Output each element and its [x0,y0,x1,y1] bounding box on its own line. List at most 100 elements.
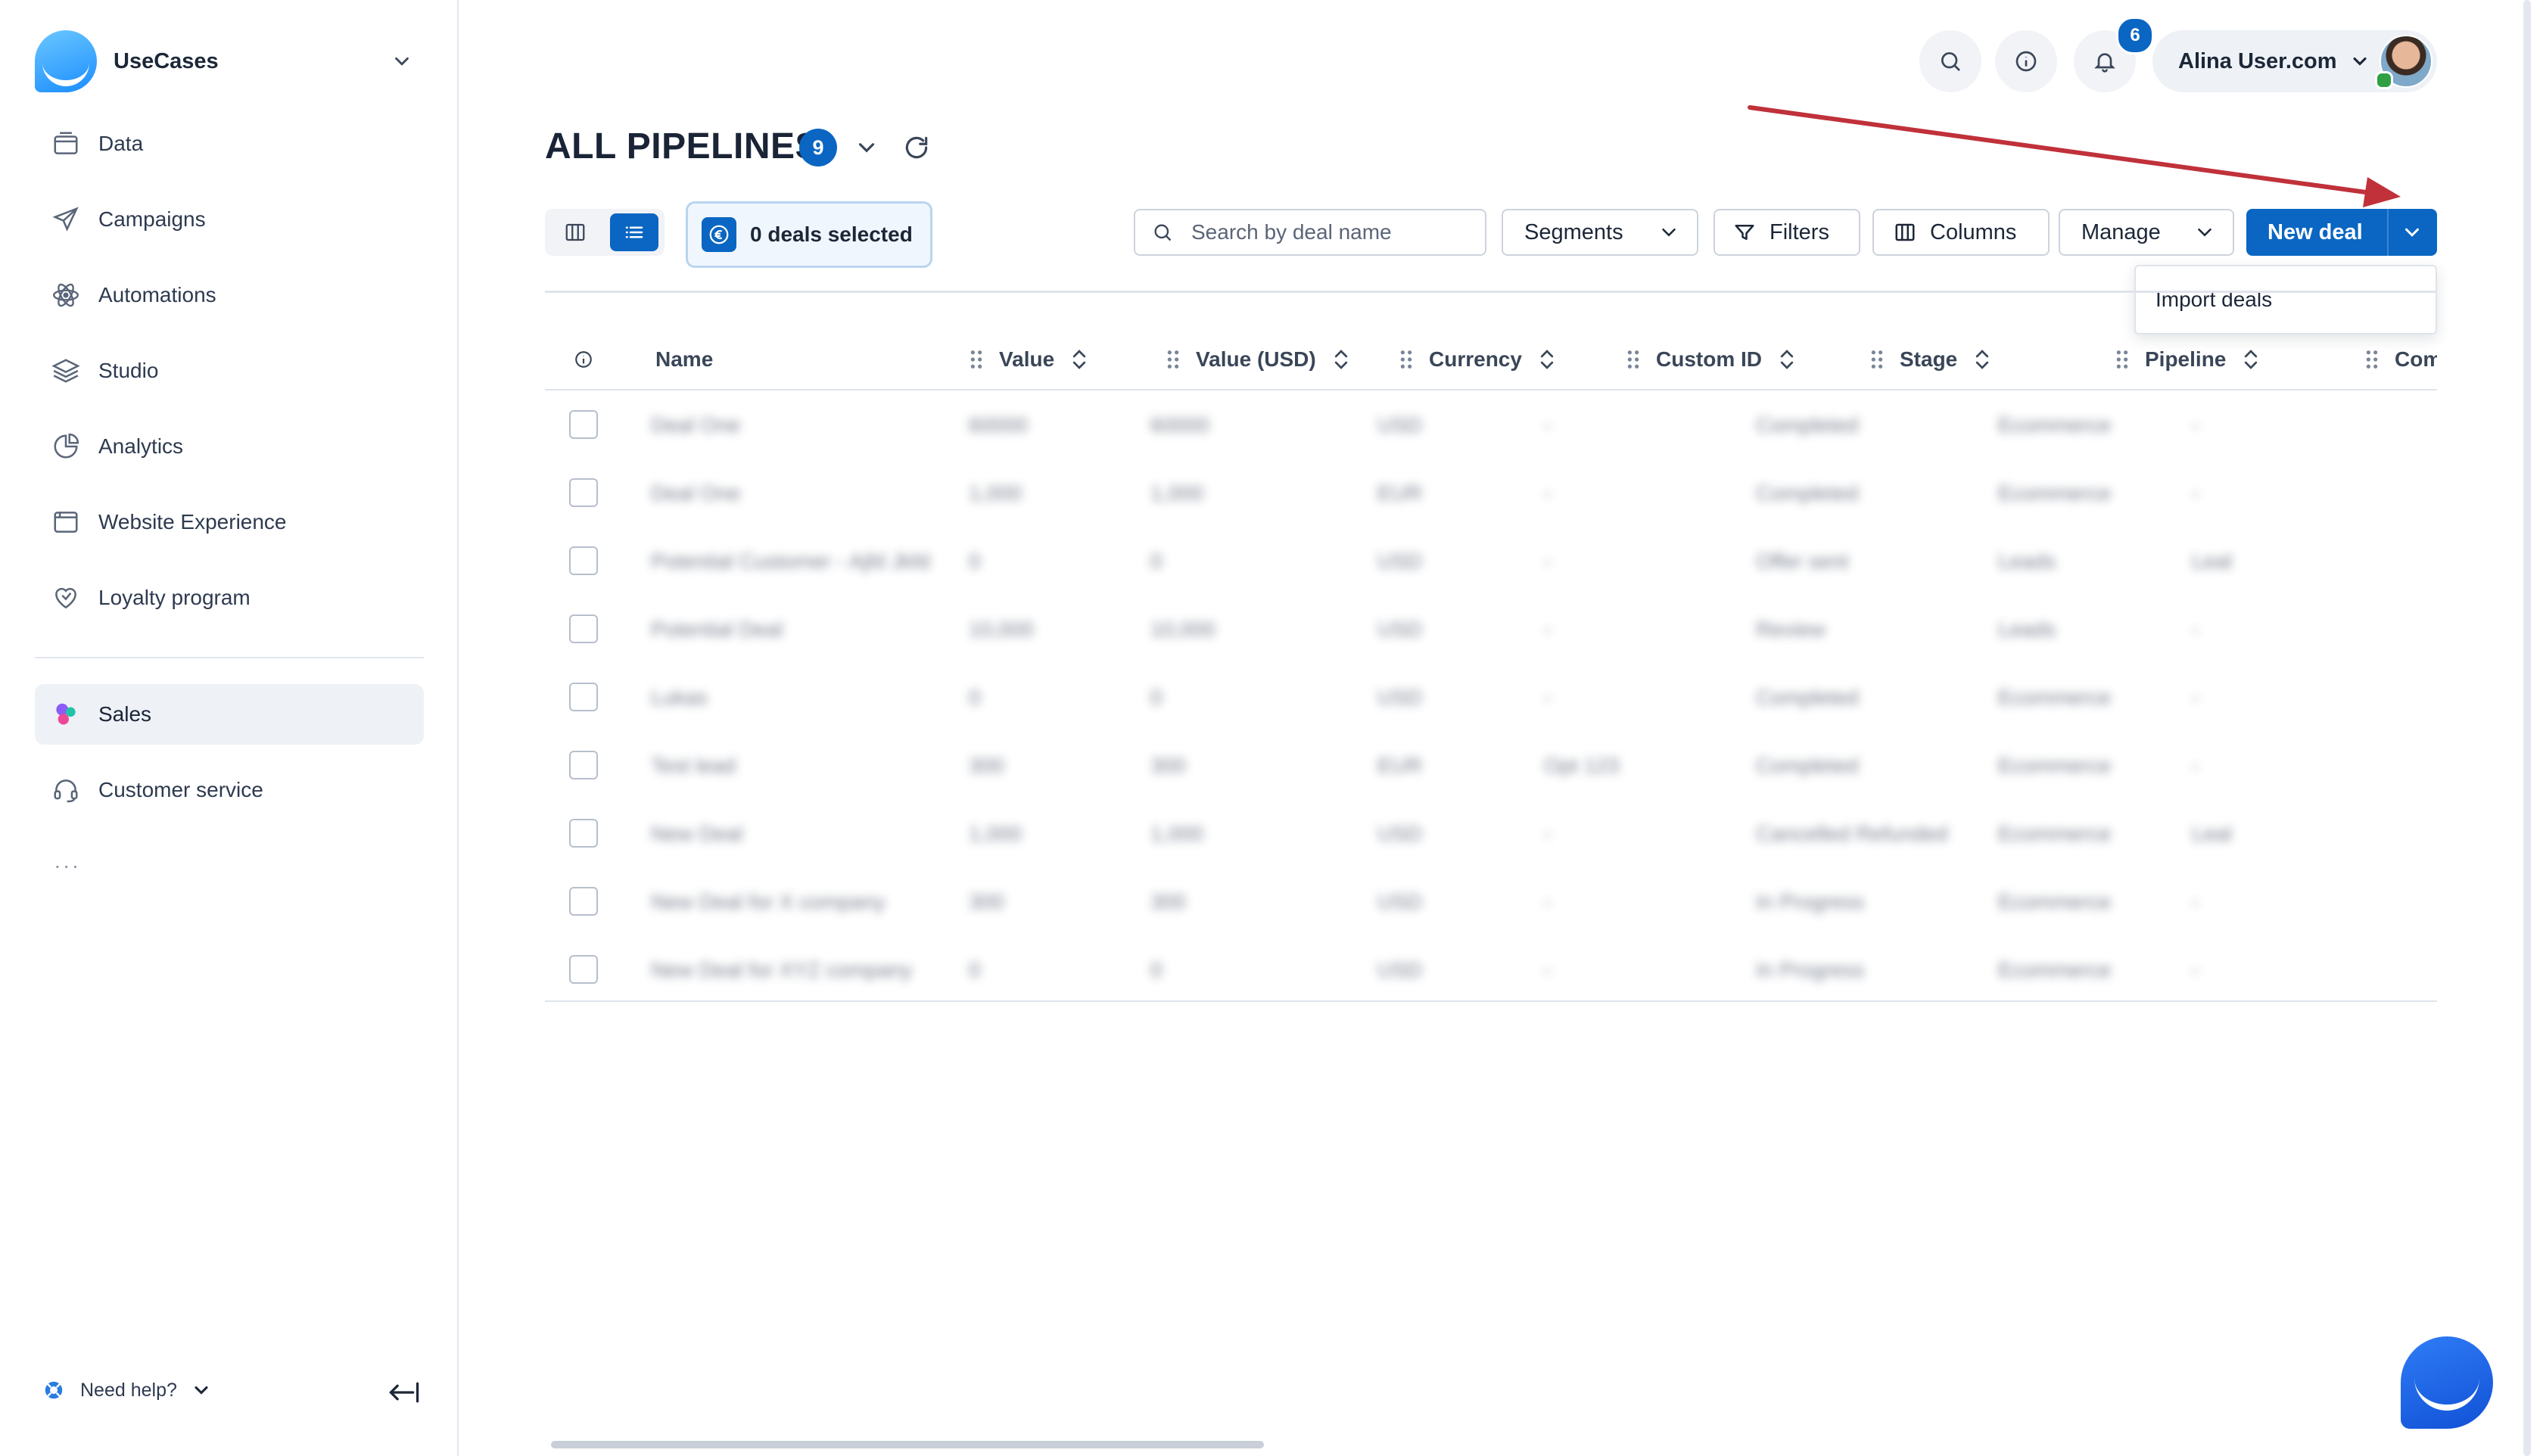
sidebar-item-sales[interactable]: Sales [35,684,424,745]
table-cell: New Deal for X company [651,890,886,913]
sidebar: UseCases Data Campaigns Automations Stud… [0,0,459,1456]
vertical-scrollbar[interactable] [2523,0,2531,1456]
table-row[interactable]: Deal One 1,000 1,000 EUR - Completed Ecommerce… [545,459,2437,527]
sort-icon[interactable] [1331,348,1351,371]
user-menu[interactable]: Alina User.com [2152,30,2437,92]
sidebar-item-analytics[interactable]: Analytics [35,416,425,477]
row-checkbox[interactable] [569,819,598,848]
manage-label: Manage [2081,219,2161,244]
column-header[interactable]: Comp [2364,330,2437,389]
sidebar-item-automations[interactable]: Automations [35,265,425,325]
need-help-menu[interactable]: Need help? [42,1379,227,1402]
table-cell: 60000 [1150,413,1209,437]
sidebar-item-loyalty-program[interactable]: Loyalty program [35,568,425,628]
table-cell: Ecommerce [1998,822,2112,845]
pipeline-count-badge: 9 [799,129,837,166]
drag-handle-icon[interactable] [2364,350,2380,369]
segments-dropdown[interactable]: Segments [1502,209,1698,256]
search-input[interactable] [1190,219,1480,245]
table-cell: Leads [1998,549,2056,573]
table-cell: - [1544,413,1552,437]
column-header[interactable]: Currency [1399,330,1557,389]
lifebuoy-icon [45,1381,63,1399]
drag-handle-icon[interactable] [1399,350,1414,369]
row-checkbox[interactable] [569,887,598,916]
board-view-button[interactable] [551,213,599,251]
column-header[interactable]: Value [969,330,1089,389]
row-checkbox[interactable] [569,410,598,439]
sort-icon[interactable] [1972,348,1992,371]
workspace-switcher[interactable]: UseCases [35,29,428,94]
table-row[interactable]: New Deal for X company 300 300 USD - In Progr… [545,867,2437,935]
chat-widget-button[interactable] [2401,1336,2493,1429]
info-button[interactable] [1995,30,2057,92]
row-checkbox[interactable] [569,683,598,711]
column-header[interactable]: Name [655,330,713,389]
sort-icon[interactable] [1069,348,1089,371]
drag-handle-icon[interactable] [1869,350,1885,369]
new-deal-options-button[interactable] [2389,221,2436,244]
table-header: Name Value Value (USD) Currency Custom ID Sta… [545,330,2437,390]
sidebar-item-campaigns[interactable]: Campaigns [35,189,425,250]
row-checkbox[interactable] [569,955,598,984]
usecases-logo [35,30,97,92]
columns-label: Columns [1930,219,2017,244]
table-cell: - [2192,958,2199,982]
column-header[interactable]: Custom ID [1626,330,1797,389]
columns-icon [1895,223,1915,241]
table-row[interactable]: Test lead 300 300 EUR Opt 123 Completed Ecomme… [545,731,2437,799]
column-header[interactable]: Stage [1869,330,1992,389]
collapse-sidebar-icon[interactable] [388,1379,421,1406]
table-cell: - [2192,754,2199,777]
table-row[interactable]: Potential Deal 10,000 10,000 USD - Review Lead… [545,595,2437,663]
drag-handle-icon[interactable] [969,350,984,369]
search-button[interactable] [1919,30,1981,92]
table-cell: Test lead [651,754,736,777]
table-row[interactable]: Lukas 0 0 USD - Completed Ecommerce - [545,663,2437,731]
column-header[interactable]: Value (USD) [1166,330,1351,389]
sidebar-item-customer-service[interactable]: Customer service [35,760,424,820]
refresh-icon[interactable] [902,133,931,162]
sidebar-item-website-experience[interactable]: Website Experience [35,492,425,552]
info-icon[interactable] [574,350,593,369]
drag-handle-icon[interactable] [2115,350,2130,369]
sort-icon[interactable] [1537,348,1557,371]
table-row[interactable]: Potential Customer - Ajfd Jkfd 0 0 USD - Offe… [545,527,2437,595]
table-cell: 0 [1150,958,1163,982]
segments-label: Segments [1524,219,1623,244]
filters-button[interactable]: Filters [1713,209,1860,256]
list-view-button[interactable] [610,213,658,251]
table-row[interactable]: New Deal 1,000 1,000 USD - Cancelled Refunded… [545,799,2437,867]
browser-window-icon [54,512,78,533]
drag-handle-icon[interactable] [1166,350,1181,369]
sidebar-divider [35,657,424,658]
table-cell: Potential Customer - Ajfd Jkfd [651,549,930,573]
table-cell: Deal One [651,413,741,437]
row-checkbox[interactable] [569,614,598,643]
sort-icon[interactable] [1777,348,1797,371]
pipeline-dropdown-chevron-icon[interactable] [854,135,879,160]
table-row[interactable]: New Deal for XYZ company 0 0 USD - In Progres… [545,935,2437,1002]
sidebar-item-studio[interactable]: Studio [35,341,425,401]
help-label: Need help? [80,1379,177,1401]
row-checkbox[interactable] [569,751,598,779]
table-cell: 1,000 [1150,822,1204,845]
drag-handle-icon[interactable] [1626,350,1641,369]
table-cell: Review [1756,618,1826,641]
table-row[interactable]: Deal One 60000 60000 USD - Completed Ecommerce… [545,390,2437,459]
row-checkbox[interactable] [569,478,598,507]
table-cell: Completed [1756,754,1859,777]
info-icon [2015,51,2037,72]
sort-icon[interactable] [2241,348,2261,371]
sidebar-item-data[interactable]: Data [35,114,425,174]
workspace-name: UseCases [114,48,219,73]
columns-button[interactable]: Columns [1872,209,2050,256]
table-cell: Ecommerce [1998,958,2112,982]
manage-dropdown[interactable]: Manage [2059,209,2234,256]
horizontal-scrollbar[interactable] [551,1441,1264,1448]
row-checkbox[interactable] [569,546,598,575]
column-header[interactable]: Pipeline [2115,330,2261,389]
new-deal-button[interactable]: New deal [2246,220,2387,245]
more-menu[interactable]: ... [54,849,81,873]
deals-selected-button[interactable]: 0 deals selected [686,201,932,268]
